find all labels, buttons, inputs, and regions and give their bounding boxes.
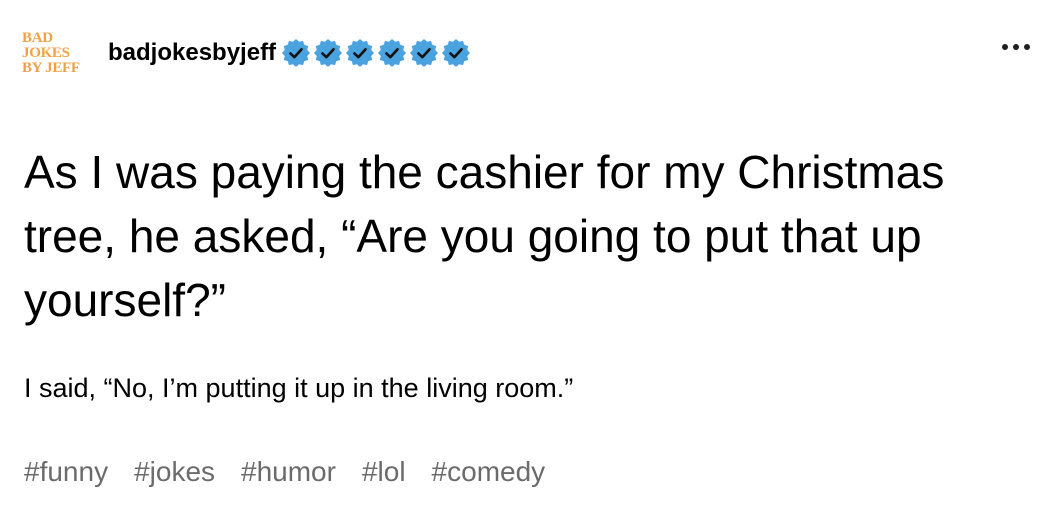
tag-link[interactable]: #humor bbox=[241, 452, 336, 492]
post-card: BAD JOKES BY JEFF badjokesbyjeff As I wa… bbox=[0, 0, 1064, 526]
tag-list: #funny #jokes #humor #lol #comedy bbox=[24, 452, 545, 492]
avatar-text-line-3: BY JEFF bbox=[22, 59, 80, 76]
more-options-icon[interactable] bbox=[1002, 44, 1030, 50]
tag-link[interactable]: #comedy bbox=[432, 452, 546, 492]
tag-link[interactable]: #funny bbox=[24, 452, 108, 492]
more-dot bbox=[1024, 44, 1030, 50]
avatar-text-line-1: BAD bbox=[22, 29, 53, 46]
post-headline: As I was paying the cashier for my Chris… bbox=[24, 146, 945, 326]
verified-check-badge-icon[interactable] bbox=[314, 39, 343, 67]
verified-check-badge-icon[interactable] bbox=[378, 39, 407, 67]
verified-badges bbox=[282, 39, 474, 67]
avatar-text-line-2: JOKES bbox=[22, 44, 70, 61]
tag-link[interactable]: #lol bbox=[362, 452, 406, 492]
verified-check-badge-icon[interactable] bbox=[282, 39, 311, 67]
more-dot bbox=[1013, 44, 1019, 50]
post-header: BAD JOKES BY JEFF badjokesbyjeff bbox=[22, 22, 474, 84]
verified-check-badge-icon[interactable] bbox=[410, 39, 439, 67]
post-body: I said, “No, I’m putting it up in the li… bbox=[24, 373, 574, 403]
tag-link[interactable]: #jokes bbox=[134, 452, 215, 492]
verified-check-badge-icon[interactable] bbox=[346, 39, 375, 67]
username-link[interactable]: badjokesbyjeff bbox=[108, 39, 276, 67]
verified-check-badge-icon[interactable] bbox=[442, 39, 471, 67]
more-dot bbox=[1002, 44, 1008, 50]
avatar[interactable]: BAD JOKES BY JEFF bbox=[22, 22, 90, 84]
